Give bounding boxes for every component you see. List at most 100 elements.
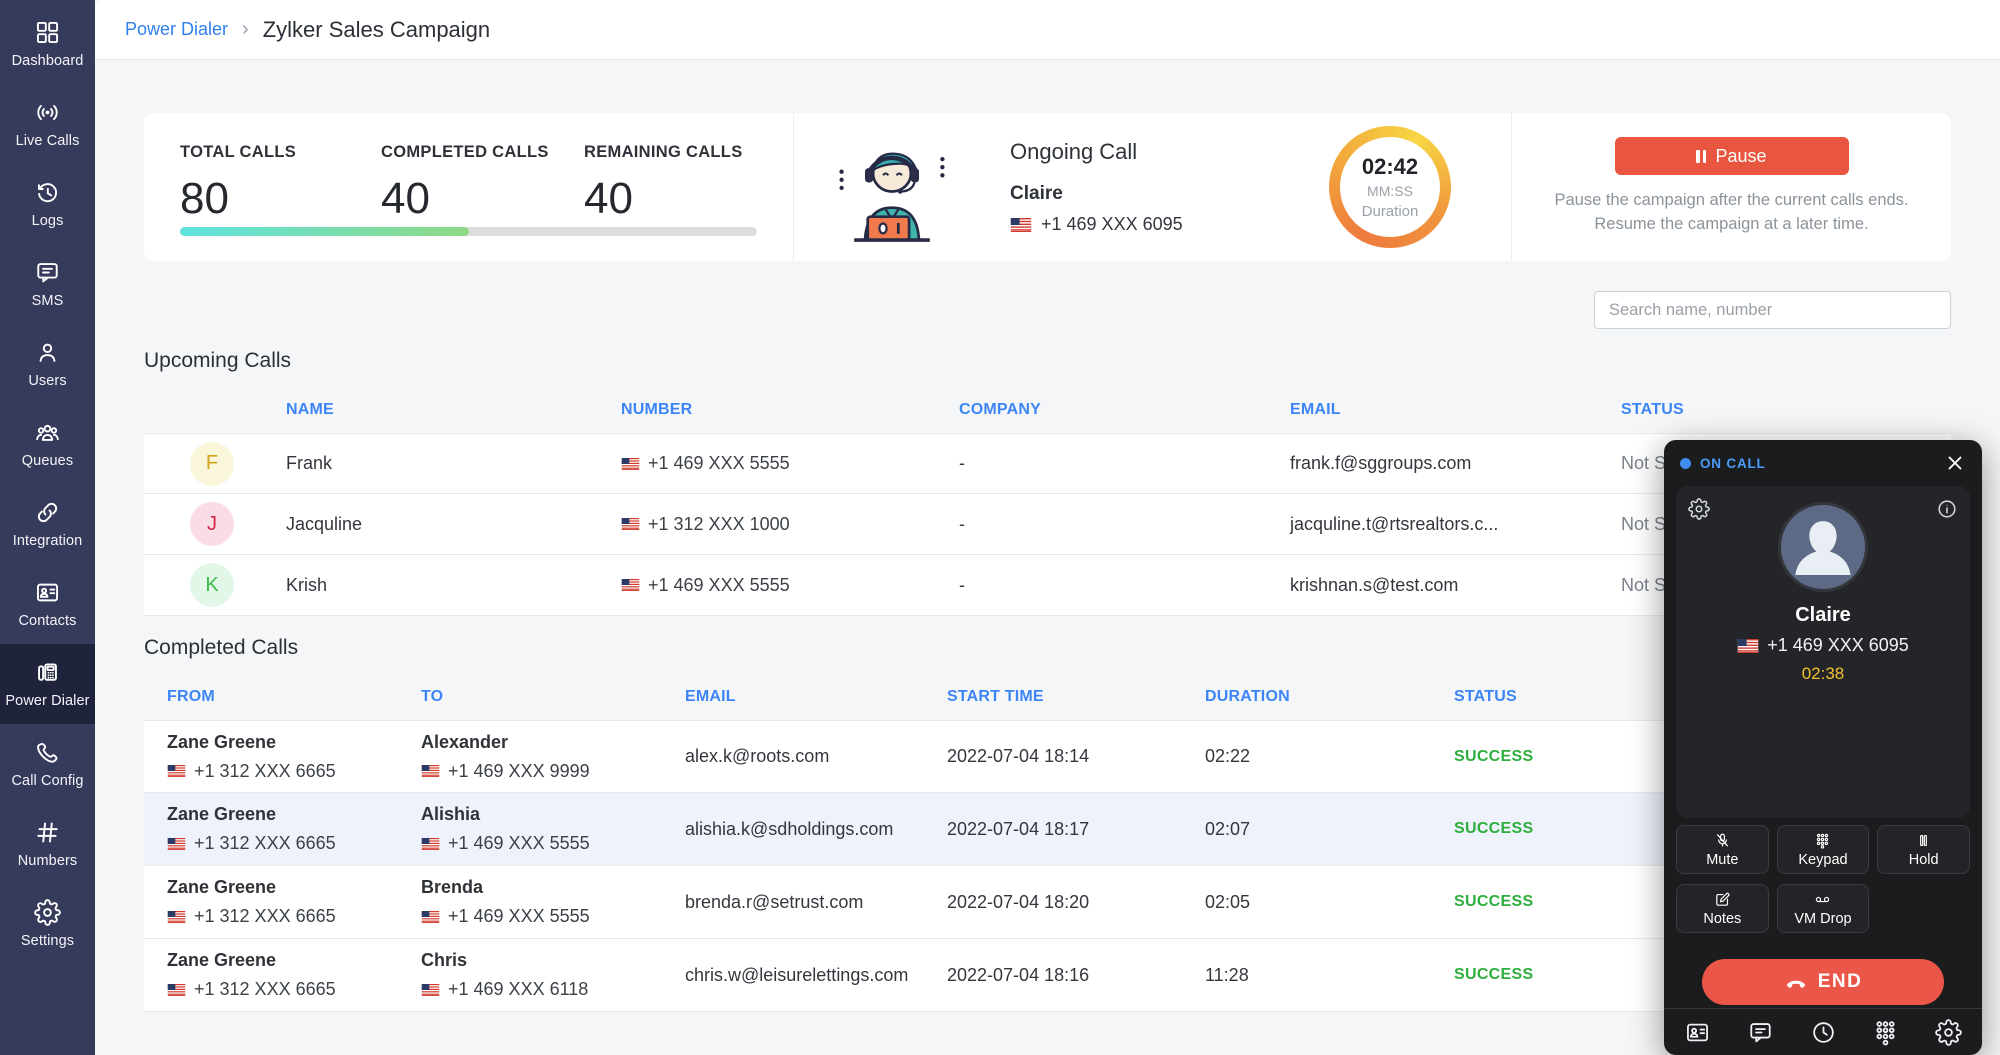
pause-campaign-card: Pause Pause the campaign after the curre… bbox=[1511, 113, 1951, 261]
breadcrumb-power-dialer[interactable]: Power Dialer bbox=[125, 19, 228, 40]
from-cell: Zane Greene+1 312 XXX 6665 bbox=[144, 804, 421, 854]
queues-icon bbox=[34, 419, 61, 446]
from-name: Zane Greene bbox=[167, 877, 421, 898]
us-flag-icon bbox=[621, 518, 640, 530]
dialpad-icon[interactable] bbox=[1872, 1019, 1899, 1046]
search-input[interactable] bbox=[1594, 291, 1951, 329]
call-duration: 02:07 bbox=[1205, 819, 1454, 840]
call-duration-ring: 02:42 MM:SS Duration bbox=[1329, 126, 1451, 248]
call-widget: ON CALL Claire +1 469 XXX 6095 02:38 Mut… bbox=[1664, 440, 1982, 1055]
call-widget-header: ON CALL bbox=[1664, 440, 1982, 486]
on-call-dot-icon bbox=[1680, 458, 1691, 469]
mute-button[interactable]: Mute bbox=[1676, 825, 1769, 874]
summary-cards-row: TOTAL CALLS 80 COMPLETED CALLS 40 REMAIN… bbox=[144, 113, 1951, 261]
col-email: EMAIL bbox=[1290, 401, 1621, 419]
sidebar-item-settings[interactable]: Settings bbox=[0, 884, 95, 964]
vm-drop-button[interactable]: VM Drop bbox=[1777, 884, 1870, 933]
contact-avatar: F bbox=[190, 442, 234, 486]
sidebar-item-dashboard[interactable]: Dashboard bbox=[0, 4, 95, 84]
upcoming-table-header: NAME NUMBER COMPANY EMAIL STATUS bbox=[144, 387, 1951, 433]
close-icon[interactable] bbox=[1944, 452, 1966, 474]
contacts-icon bbox=[34, 579, 61, 606]
pause-button[interactable]: Pause bbox=[1615, 137, 1849, 175]
col-email: EMAIL bbox=[685, 688, 947, 706]
live-calls-icon bbox=[34, 99, 61, 126]
stat-completed-calls: COMPLETED CALLS 40 bbox=[381, 143, 584, 224]
from-cell: Zane Greene+1 312 XXX 6665 bbox=[144, 732, 421, 782]
call-email: alex.k@roots.com bbox=[685, 746, 947, 767]
widget-settings-icon[interactable] bbox=[1688, 498, 1710, 520]
us-flag-icon bbox=[167, 838, 186, 850]
call-info-panel: Claire +1 469 XXX 6095 02:38 bbox=[1676, 486, 1970, 818]
contact-avatar: K bbox=[190, 563, 234, 607]
contact-number: +1 469 XXX 5555 bbox=[621, 575, 959, 596]
call-duration: 11:28 bbox=[1205, 965, 1454, 986]
sidebar-item-sms[interactable]: SMS bbox=[0, 244, 95, 324]
info-icon[interactable] bbox=[1936, 498, 1958, 520]
col-company: COMPANY bbox=[959, 401, 1290, 419]
sidebar-item-live-calls[interactable]: Live Calls bbox=[0, 84, 95, 164]
us-flag-icon bbox=[167, 911, 186, 923]
call-start-time: 2022-07-04 18:17 bbox=[947, 819, 1205, 840]
contact-company: - bbox=[959, 453, 1290, 474]
contact-email: jacquline.t@rtsrealtors.c... bbox=[1290, 514, 1621, 535]
from-number: +1 312 XXX 6665 bbox=[167, 906, 421, 927]
keypad-button[interactable]: Keypad bbox=[1777, 825, 1870, 874]
widget-call-timer: 02:38 bbox=[1802, 664, 1845, 684]
call-config-icon bbox=[34, 739, 61, 766]
breadcrumb-separator-icon: › bbox=[242, 18, 249, 41]
from-cell: Zane Greene +1 312 XXX 6665 bbox=[144, 877, 421, 927]
campaign-progress-bar bbox=[180, 227, 757, 236]
hold-button[interactable]: Hold bbox=[1877, 825, 1970, 874]
call-duration-unit: MM:SS bbox=[1367, 183, 1413, 199]
call-email: chris.w@leisurelettings.com bbox=[685, 965, 947, 986]
call-duration: 02:05 bbox=[1205, 892, 1454, 913]
end-call-icon bbox=[1784, 970, 1808, 994]
call-stats-card: TOTAL CALLS 80 COMPLETED CALLS 40 REMAIN… bbox=[144, 113, 793, 261]
contact-avatar: J bbox=[190, 502, 234, 546]
pause-icon bbox=[1696, 150, 1706, 163]
history-icon[interactable] bbox=[1810, 1019, 1837, 1046]
chat-icon[interactable] bbox=[1747, 1019, 1774, 1046]
from-name: Zane Greene bbox=[167, 732, 421, 753]
notes-button[interactable]: Notes bbox=[1676, 884, 1769, 933]
sidebar: Dashboard Live Calls Logs SMS Users Queu… bbox=[0, 0, 95, 1055]
to-number: +1 469 XXX 9999 bbox=[421, 761, 685, 782]
ongoing-call-name: Claire bbox=[1010, 183, 1183, 205]
sidebar-item-contacts[interactable]: Contacts bbox=[0, 564, 95, 644]
widget-toolbar bbox=[1664, 1008, 1982, 1055]
sidebar-item-numbers[interactable]: Numbers bbox=[0, 804, 95, 884]
page-title: Zylker Sales Campaign bbox=[263, 17, 490, 43]
app-root: Dashboard Live Calls Logs SMS Users Queu… bbox=[0, 0, 2000, 1055]
sidebar-item-integration[interactable]: Integration bbox=[0, 484, 95, 564]
us-flag-icon bbox=[1737, 639, 1759, 653]
contact-card-icon[interactable] bbox=[1684, 1019, 1711, 1046]
contact-name: Jacquline bbox=[286, 514, 621, 535]
call-email: alishia.k@sdholdings.com bbox=[685, 819, 947, 840]
end-call-button[interactable]: END bbox=[1702, 959, 1944, 1005]
col-status: STATUS bbox=[1621, 401, 1951, 419]
caller-number: +1 469 XXX 6095 bbox=[1737, 635, 1909, 656]
call-duration-caption: Duration bbox=[1362, 203, 1419, 220]
ongoing-call-number: +1 469 XXX 6095 bbox=[1010, 214, 1183, 235]
us-flag-icon bbox=[421, 838, 440, 850]
from-name: Zane Greene bbox=[167, 950, 421, 971]
call-duration: 02:22 bbox=[1205, 746, 1454, 767]
col-number: NUMBER bbox=[621, 401, 959, 419]
users-icon bbox=[34, 339, 61, 366]
sidebar-item-users[interactable]: Users bbox=[0, 324, 95, 404]
sidebar-item-logs[interactable]: Logs bbox=[0, 164, 95, 244]
to-name: Brenda bbox=[421, 877, 685, 898]
hold-icon bbox=[1915, 832, 1932, 849]
sidebar-item-queues[interactable]: Queues bbox=[0, 404, 95, 484]
from-name: Zane Greene bbox=[167, 804, 421, 825]
gear-icon[interactable] bbox=[1935, 1019, 1962, 1046]
col-duration: DURATION bbox=[1205, 688, 1454, 706]
sidebar-item-power-dialer[interactable]: Power Dialer bbox=[0, 644, 95, 724]
on-call-status: ON CALL bbox=[1700, 456, 1766, 471]
sidebar-item-call-config[interactable]: Call Config bbox=[0, 724, 95, 804]
contact-name: Frank bbox=[286, 453, 621, 474]
col-name: NAME bbox=[286, 401, 621, 419]
mute-icon bbox=[1714, 832, 1731, 849]
us-flag-icon bbox=[421, 765, 440, 777]
